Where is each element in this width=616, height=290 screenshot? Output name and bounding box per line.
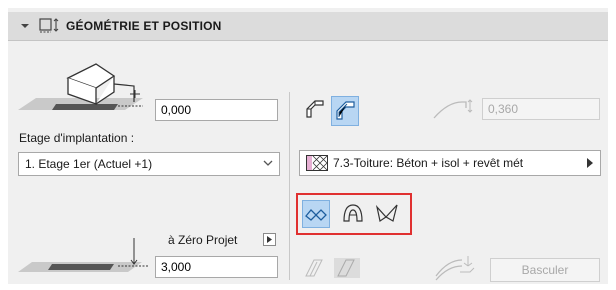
- panel-header[interactable]: GÉOMÉTRIE ET POSITION: [8, 12, 608, 41]
- edge-plumb-icon: [305, 209, 327, 221]
- arrow-right-icon: [586, 157, 594, 172]
- roof-edge-vertical-icon: [306, 100, 324, 118]
- reference-label: à Zéro Projet: [168, 233, 238, 247]
- thickness-vertical-button[interactable]: [301, 97, 327, 125]
- story-label: Etage d'implantation :: [19, 131, 135, 145]
- reference-menu-button[interactable]: [263, 233, 276, 246]
- edge-custom-button[interactable]: [374, 201, 400, 227]
- edge-plumb-button[interactable]: [302, 200, 330, 228]
- roof-thickness-input[interactable]: [482, 98, 600, 120]
- edge-custom-icon: [375, 204, 398, 222]
- column-separator: [289, 92, 290, 280]
- swap-icon: [432, 252, 482, 285]
- arrow-right-icon: [267, 236, 272, 243]
- story-select[interactable]: 1. Etage 1er (Actuel +1): [18, 152, 280, 176]
- thickness-perpendicular-button[interactable]: [331, 96, 359, 126]
- panel-title: GÉOMÉTRIE ET POSITION: [66, 19, 222, 33]
- roof-edge-perpendicular-icon: [336, 101, 355, 120]
- story-select-value: 1. Etage 1er (Actuel +1): [25, 157, 153, 171]
- composite-select[interactable]: 7.3-Toiture: Béton + isol + revêt mét: [299, 150, 601, 176]
- swap-button[interactable]: Basculer: [490, 258, 600, 282]
- edge-curved-icon: [343, 204, 363, 222]
- roof-offset-input[interactable]: [155, 99, 278, 121]
- geometry-position-icon: [38, 16, 62, 37]
- composite-pattern-icon: [306, 155, 328, 174]
- collapse-arrow-icon[interactable]: [20, 20, 30, 34]
- height-input[interactable]: [155, 256, 278, 278]
- roof-thickness-icon: [430, 96, 482, 125]
- slope-direction-icons: [302, 256, 362, 283]
- height-illustration: [18, 236, 153, 279]
- chevron-down-icon: [263, 157, 273, 172]
- roof-offset-illustration: [18, 58, 148, 131]
- edge-curved-button[interactable]: [340, 201, 366, 227]
- composite-label: 7.3-Toiture: Béton + isol + revêt mét: [333, 156, 524, 170]
